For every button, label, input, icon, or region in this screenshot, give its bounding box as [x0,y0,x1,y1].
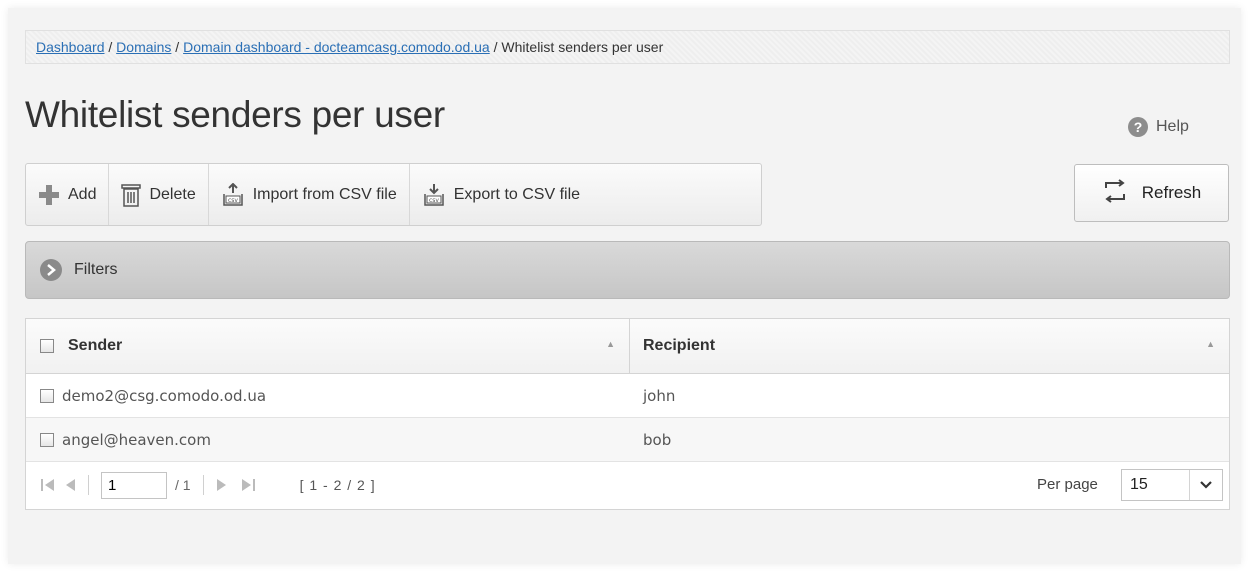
toolbar: Add Delete csv Import from CSV file csv … [25,163,762,226]
help-link[interactable]: ? Help [1128,116,1189,138]
import-csv-button[interactable]: csv Import from CSV file [209,164,410,225]
plus-icon [38,184,60,206]
svg-text:csv: csv [228,197,238,204]
column-header-recipient[interactable]: Recipient ▲ [630,319,1229,373]
sort-arrow-icon: ▲ [1206,339,1215,349]
breadcrumb: Dashboard / Domains / Domain dashboard -… [25,30,1230,64]
export-csv-button[interactable]: csv Export to CSV file [410,164,592,225]
column-label-sender: Sender [68,337,123,354]
delete-button[interactable]: Delete [109,164,209,225]
prev-page-button[interactable] [64,478,76,492]
pager-divider [202,475,204,495]
filters-toggle[interactable]: Filters [25,241,1230,299]
trash-icon [121,183,142,207]
first-page-button[interactable] [40,478,56,492]
table-row[interactable]: demo2@csg.comodo.od.ua john [26,374,1229,418]
sender-value: demo2@csg.comodo.od.ua [62,386,267,405]
next-page-button[interactable] [216,478,228,492]
help-label: Help [1156,118,1189,135]
csv-import-icon: csv [221,182,245,207]
breadcrumb-separator: / [171,39,184,55]
column-label-recipient: Recipient [643,337,716,354]
svg-text:csv: csv [429,197,439,204]
add-label: Add [68,185,97,203]
pagination-bar: / 1 [ 1 - 2 / 2 ] Per page 15 [26,462,1229,508]
filters-label: Filters [74,261,118,278]
sort-arrow-icon: ▲ [606,339,615,349]
breadcrumb-separator: / [489,39,502,55]
pager-divider [88,475,89,495]
sender-value: angel@heaven.com [62,430,211,449]
chevron-right-icon [40,259,62,281]
breadcrumb-link-domains[interactable]: Domains [116,39,171,55]
prev-page-icon [66,479,75,491]
select-all-checkbox[interactable] [40,339,54,353]
refresh-button[interactable]: Refresh [1074,164,1229,222]
breadcrumb-current: Whitelist senders per user [501,39,664,55]
per-page-select[interactable]: 15 [1121,469,1223,501]
last-page-button[interactable] [240,478,256,492]
add-button[interactable]: Add [26,164,110,225]
per-page-value: 15 [1122,470,1190,500]
per-page-label: Per page [1037,476,1098,493]
senders-table: Sender ▲ Recipient ▲ demo2@csg.comodo.od… [25,318,1230,510]
first-page-icon [41,479,54,491]
row-checkbox[interactable] [40,388,54,403]
breadcrumb-link-dashboard[interactable]: Dashboard [36,39,105,55]
column-header-sender[interactable]: Sender ▲ [26,319,630,373]
recipient-cell: bob [643,430,672,449]
chevron-down-icon [1190,481,1222,489]
import-label: Import from CSV file [252,185,397,203]
recipient-cell: john [643,386,676,405]
question-icon: ? [1128,117,1148,137]
csv-export-icon: csv [422,183,446,207]
sender-cell: demo2@csg.comodo.od.ua [26,387,630,405]
page-title: Whitelist senders per user [25,94,445,135]
breadcrumb-link-domain-dashboard[interactable]: Domain dashboard - docteamcasg.comodo.od… [183,39,490,55]
refresh-icon [1102,178,1128,209]
table-body: demo2@csg.comodo.od.ua john angel@heaven… [26,374,1229,462]
sender-cell: angel@heaven.com [26,431,630,449]
refresh-label: Refresh [1141,183,1202,202]
breadcrumb-separator: / [104,39,117,55]
page-number-input[interactable] [101,471,167,499]
table-row[interactable]: angel@heaven.com bob [26,418,1229,462]
export-label: Export to CSV file [453,185,581,203]
last-page-icon [241,479,255,491]
table-header: Sender ▲ Recipient ▲ [26,319,1229,374]
page-total: / 1 [175,477,191,493]
record-range: [ 1 - 2 / 2 ] [299,477,376,493]
row-checkbox[interactable] [40,432,54,447]
next-page-icon [216,479,226,491]
delete-label: Delete [149,185,196,203]
